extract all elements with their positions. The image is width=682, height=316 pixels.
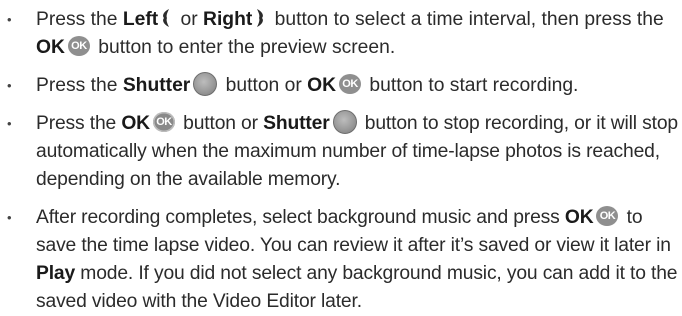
list-item: • Press the Left or Right button to sele…: [2, 6, 678, 62]
shutter-icon: [332, 109, 357, 134]
play-mode-label: Play: [36, 263, 76, 284]
step-text: Press the OK OK button or Shutter button …: [36, 109, 678, 194]
step-text: Press the Shutter button or OK OK button …: [36, 71, 678, 100]
instruction-page: • Press the Left or Right button to sele…: [0, 0, 682, 312]
bullet: •: [7, 116, 12, 131]
list-item: • After recording completes, select back…: [2, 204, 678, 316]
instruction-list: • Press the Left or Right button to sele…: [2, 6, 678, 316]
right-button-label: Right: [203, 9, 253, 30]
step-text: After recording completes, select backgr…: [36, 205, 678, 312]
bullet: •: [7, 12, 12, 27]
step-text: Press the Left or Right button to select…: [36, 8, 664, 58]
list-item: • Press the OK OK button or Shutter butto…: [2, 109, 678, 194]
shutter-button-label: Shutter: [122, 75, 191, 96]
ok-icon: OK: [67, 35, 90, 56]
ok-button-label: OK: [307, 75, 337, 96]
shutter-button-label: Shutter: [263, 113, 330, 134]
ok-button-label: OK: [36, 37, 65, 58]
list-item: • Press the Shutter button or OK OK butto…: [2, 71, 678, 100]
bullet: •: [7, 210, 12, 225]
shutter-icon: [193, 71, 218, 96]
ok-icon: OK: [596, 205, 619, 226]
bullet: •: [7, 78, 12, 93]
ok-button-label: OK: [564, 207, 594, 228]
ok-icon: OK: [339, 73, 362, 94]
left-button-label: Left: [122, 9, 159, 30]
ok-button-label: OK: [121, 113, 150, 134]
left-arrow-icon: [163, 8, 170, 27]
right-arrow-icon: [257, 8, 264, 27]
ok-icon: OK: [152, 111, 175, 132]
